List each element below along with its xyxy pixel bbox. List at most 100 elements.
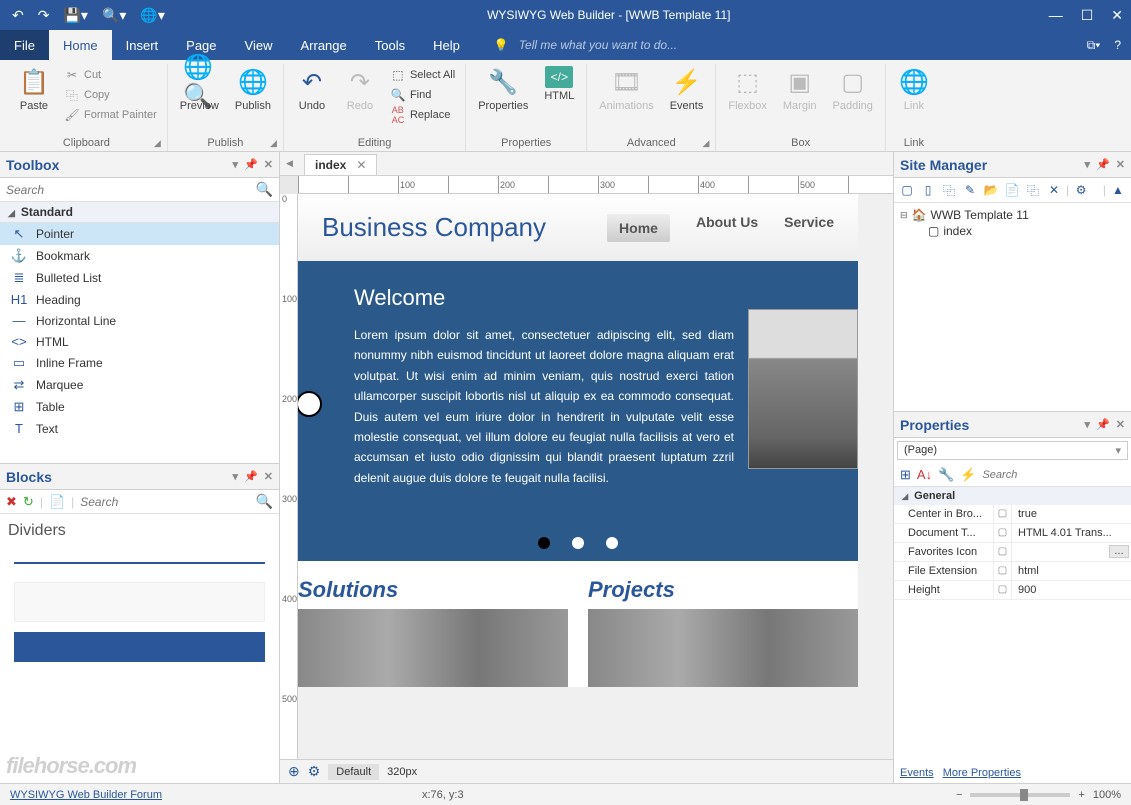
select-all-button[interactable]: ⬚Select All	[386, 66, 459, 84]
pin-icon[interactable]: 📌	[244, 470, 258, 483]
flexbox-button[interactable]: ⬚Flexbox	[722, 64, 773, 114]
prop-wrench-icon[interactable]: 🔧	[938, 467, 954, 483]
nav-home[interactable]: Home	[607, 214, 670, 242]
blocks-edit-icon[interactable]: 📄	[49, 494, 65, 510]
close-panel-icon[interactable]: ✕	[264, 158, 273, 171]
sm-delete-icon[interactable]: ✕	[1045, 181, 1063, 199]
find-button[interactable]: 🔍Find	[386, 86, 459, 104]
pin-icon[interactable]: 📌	[244, 158, 258, 171]
blocks-search-input[interactable]	[80, 495, 249, 509]
dropdown-icon[interactable]: ▾	[233, 158, 239, 171]
dropdown-icon[interactable]: ▾	[233, 470, 239, 483]
save-icon[interactable]: 💾▾	[59, 5, 91, 26]
dropdown-icon[interactable]: ▾	[1085, 158, 1091, 171]
menu-view[interactable]: View	[231, 30, 287, 60]
search-icon[interactable]: 🔍	[256, 493, 273, 510]
tool-item-pointer[interactable]: ↖Pointer	[0, 223, 279, 245]
canvas-scroll[interactable]: Business Company Home About Us Service ❮…	[298, 194, 893, 759]
maximize-icon[interactable]: ☐	[1081, 7, 1094, 24]
cut-button[interactable]: ✂Cut	[60, 66, 161, 84]
tool-item-text[interactable]: TText	[0, 418, 279, 439]
toolbox-category-standard[interactable]: Standard	[0, 202, 279, 223]
sm-copy-icon[interactable]: ⿻	[1024, 181, 1042, 199]
sm-up-icon[interactable]: ▲	[1109, 181, 1127, 199]
publish-qat-icon[interactable]: 🌐▾	[136, 5, 168, 26]
sm-save-icon[interactable]: 📄	[1003, 181, 1021, 199]
close-panel-icon[interactable]: ✕	[1116, 158, 1125, 171]
paste-button[interactable]: 📋 Paste	[12, 64, 56, 114]
undo-button[interactable]: ↶Undo	[290, 64, 334, 114]
tree-root[interactable]: ⊟ 🏠 WWB Template 11	[900, 207, 1125, 223]
prop-alphabetical-icon[interactable]: A↓	[917, 467, 932, 482]
property-row[interactable]: Favorites Icon▢…	[894, 543, 1131, 562]
close-panel-icon[interactable]: ✕	[1116, 418, 1125, 431]
minimize-icon[interactable]: —	[1049, 7, 1063, 24]
nav-about[interactable]: About Us	[696, 214, 758, 242]
zoom-in-icon[interactable]: +	[1078, 789, 1084, 801]
properties-search-input[interactable]	[982, 469, 1125, 481]
page-canvas[interactable]: Business Company Home About Us Service ❮…	[298, 194, 858, 687]
menu-help[interactable]: Help	[419, 30, 474, 60]
properties-button[interactable]: 🔧Properties	[472, 64, 534, 114]
ellipsis-button[interactable]: …	[1109, 545, 1129, 558]
tool-item-bulleted-list[interactable]: ≣Bulleted List	[0, 267, 279, 289]
property-row[interactable]: File Extension▢html	[894, 562, 1131, 581]
margin-button[interactable]: ▣Margin	[777, 64, 823, 114]
dialog-launcher-icon[interactable]: ◢	[702, 138, 709, 149]
tool-item-table[interactable]: ⊞Table	[0, 396, 279, 418]
format-painter-button[interactable]: 🖌Format Painter	[60, 106, 161, 124]
zoom-slider[interactable]	[970, 793, 1070, 797]
blocks-new-icon[interactable]: ✖	[6, 494, 17, 510]
tell-me-input[interactable]: Tell me what you want to do...	[519, 38, 677, 52]
sm-page-icon[interactable]: ▯	[919, 181, 937, 199]
dot-2[interactable]	[572, 537, 584, 549]
property-row[interactable]: Document T...▢HTML 4.01 Trans...	[894, 524, 1131, 543]
close-panel-icon[interactable]: ✕	[264, 470, 273, 483]
blocks-category-dividers[interactable]: Dividers	[8, 518, 271, 544]
events-button[interactable]: ⚡Events	[664, 64, 710, 114]
forum-link[interactable]: WYSIWYG Web Builder Forum	[10, 789, 162, 801]
padding-button[interactable]: ▢Padding	[827, 64, 879, 114]
responsive-add-icon[interactable]: ⊕	[288, 763, 300, 780]
prop-category-general[interactable]: General	[894, 487, 1131, 505]
property-row[interactable]: Height▢900	[894, 581, 1131, 600]
prop-categorized-icon[interactable]: ⊞	[900, 467, 911, 483]
preview-qat-icon[interactable]: 🔍▾	[98, 5, 130, 26]
menu-file[interactable]: File	[0, 30, 49, 60]
redo-button[interactable]: ↷Redo	[338, 64, 382, 114]
sm-open-icon[interactable]: 📂	[982, 181, 1000, 199]
tool-item-bookmark[interactable]: ⚓Bookmark	[0, 245, 279, 267]
undo-icon[interactable]: ↶	[8, 5, 28, 26]
tool-item-inline-frame[interactable]: ▭Inline Frame	[0, 352, 279, 374]
dialog-launcher-icon[interactable]: ◢	[270, 138, 277, 149]
blocks-refresh-icon[interactable]: ↻	[23, 494, 34, 510]
prop-events-icon[interactable]: ⚡	[960, 467, 976, 483]
animations-button[interactable]: 🎞Animations	[593, 64, 659, 114]
tool-item-html[interactable]: <>HTML	[0, 331, 279, 352]
prop-more-link[interactable]: More Properties	[943, 767, 1021, 779]
tree-collapse-icon[interactable]: ⊟	[900, 210, 908, 221]
html-button[interactable]: </>HTML	[538, 64, 580, 104]
share-icon[interactable]: ⧉▾	[1087, 38, 1101, 53]
redo-icon[interactable]: ↷	[34, 5, 54, 26]
dropdown-icon[interactable]: ▾	[1085, 418, 1091, 431]
menu-insert[interactable]: Insert	[112, 30, 173, 60]
document-tab-index[interactable]: index ✕	[304, 154, 377, 175]
tool-item-marquee[interactable]: ⇄Marquee	[0, 374, 279, 396]
prop-events-link[interactable]: Events	[900, 767, 934, 779]
close-icon[interactable]: ✕	[1111, 7, 1123, 24]
dot-3[interactable]	[606, 537, 618, 549]
preview-button[interactable]: 🌐🔍Preview	[174, 64, 225, 114]
responsive-settings-icon[interactable]: ⚙	[308, 763, 321, 780]
property-row[interactable]: Center in Bro...▢true	[894, 505, 1131, 524]
nav-services[interactable]: Service	[784, 214, 834, 242]
dot-1[interactable]	[538, 537, 550, 549]
divider-preview[interactable]	[14, 562, 265, 662]
help-icon[interactable]: ?	[1114, 38, 1121, 52]
breakpoint-default[interactable]: Default	[328, 764, 379, 780]
pin-icon[interactable]: 📌	[1096, 158, 1110, 171]
sm-new-icon[interactable]: ▢	[898, 181, 916, 199]
sm-clone-icon[interactable]: ⿻	[940, 181, 958, 199]
sm-edit-icon[interactable]: ✎	[961, 181, 979, 199]
publish-button[interactable]: 🌐Publish	[229, 64, 277, 114]
